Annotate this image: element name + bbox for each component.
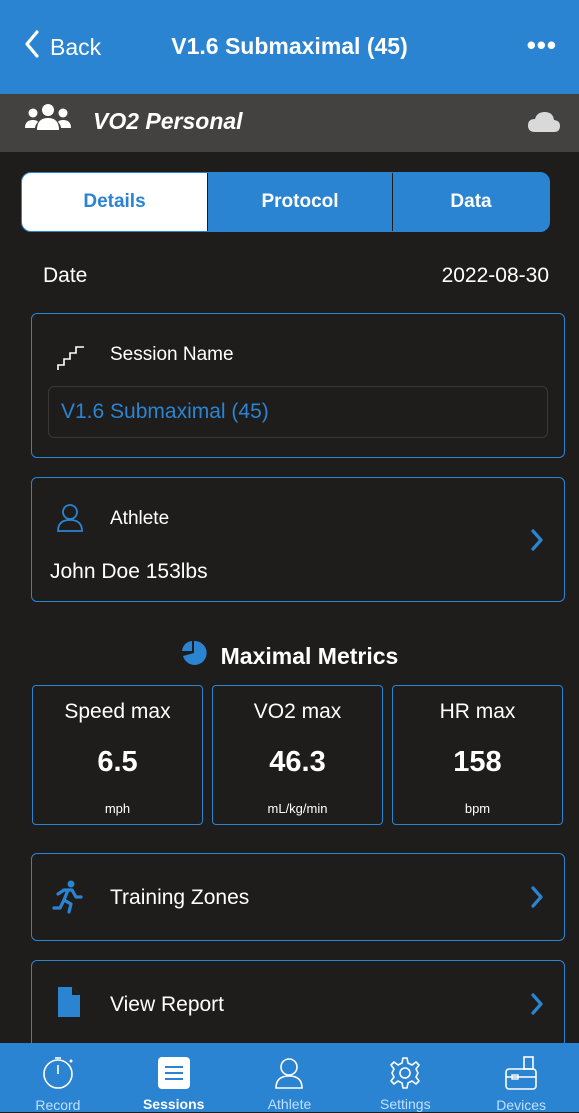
date-row: Date 2022-08-30	[43, 264, 549, 288]
athlete-card[interactable]: Athlete John Doe 153lbs	[31, 477, 565, 602]
training-zones-label: Training Zones	[110, 886, 250, 909]
tab-record[interactable]: Record	[0, 1043, 116, 1113]
chevron-right-icon	[530, 992, 544, 1021]
metric-hr-max: HR max 158 bpm	[392, 685, 563, 825]
metric-label: HR max	[439, 700, 516, 723]
maximal-metrics-heading: Maximal Metrics	[0, 640, 579, 672]
gear-icon	[388, 1055, 422, 1090]
tab-devices[interactable]: Devices	[463, 1043, 579, 1113]
people-icon	[24, 102, 72, 143]
pie-chart-icon	[181, 640, 207, 672]
stairs-icon	[56, 344, 86, 377]
tab-data[interactable]: Data	[392, 173, 549, 231]
more-options-button[interactable]: •••	[527, 30, 557, 61]
metric-vo2-max: VO2 max 46.3 mL/kg/min	[212, 685, 383, 825]
tab-sessions-label: Sessions	[142, 1096, 205, 1112]
group-title: VO2 Personal	[93, 108, 243, 134]
bottom-tab-bar: Record Sessions Athlete Settings Devices	[0, 1043, 579, 1113]
chevron-right-icon	[530, 528, 544, 557]
navigation-bar: Back V1.6 Submaximal (45) •••	[0, 0, 579, 94]
person-icon	[274, 1055, 304, 1090]
date-label: Date	[43, 264, 88, 287]
athlete-value: John Doe 153lbs	[50, 560, 208, 583]
metric-unit: bpm	[464, 801, 491, 816]
metric-label: Speed max	[64, 700, 171, 723]
metric-label: VO2 max	[253, 700, 342, 723]
tab-settings-label: Settings	[379, 1096, 431, 1112]
running-icon	[52, 880, 84, 919]
tab-sessions[interactable]: Sessions	[116, 1043, 232, 1112]
document-icon	[58, 987, 80, 1022]
stopwatch-icon	[41, 1055, 75, 1091]
tab-details[interactable]: Details	[22, 173, 207, 231]
metric-value: 46.3	[269, 746, 326, 778]
metric-unit: mL/kg/min	[267, 801, 328, 816]
cloud-icon	[527, 110, 561, 139]
metric-value: 6.5	[97, 746, 138, 778]
chevron-right-icon	[530, 885, 544, 914]
group-header: VO2 Personal	[0, 94, 579, 152]
session-name-value: V1.6 Submaximal (45)	[61, 400, 269, 423]
device-icon	[504, 1055, 538, 1091]
metric-value: 158	[453, 746, 502, 778]
session-name-card: Session Name V1.6 Submaximal (45)	[31, 313, 565, 458]
metric-unit: mph	[104, 801, 131, 816]
tab-devices-label: Devices	[496, 1097, 546, 1113]
tab-athlete[interactable]: Athlete	[232, 1043, 348, 1112]
session-name-field[interactable]: V1.6 Submaximal (45)	[48, 386, 548, 438]
metric-speed-max: Speed max 6.5 mph	[32, 685, 203, 825]
tab-athlete-label: Athlete	[267, 1096, 312, 1112]
tab-settings[interactable]: Settings	[347, 1043, 463, 1112]
tab-protocol[interactable]: Protocol	[207, 173, 392, 231]
training-zones-button[interactable]: Training Zones	[31, 853, 565, 941]
person-icon	[56, 503, 84, 538]
athlete-label: Athlete	[110, 508, 170, 529]
tab-record-label: Record	[35, 1097, 81, 1113]
session-name-label: Session Name	[110, 344, 234, 365]
view-report-label: View Report	[110, 993, 225, 1016]
list-icon	[157, 1055, 190, 1090]
page-title: V1.6 Submaximal (45)	[171, 33, 408, 59]
segmented-tabs: Details Protocol Data	[21, 172, 550, 232]
maximal-metrics-title: Maximal Metrics	[220, 642, 399, 669]
date-value[interactable]: 2022-08-30	[442, 264, 549, 288]
